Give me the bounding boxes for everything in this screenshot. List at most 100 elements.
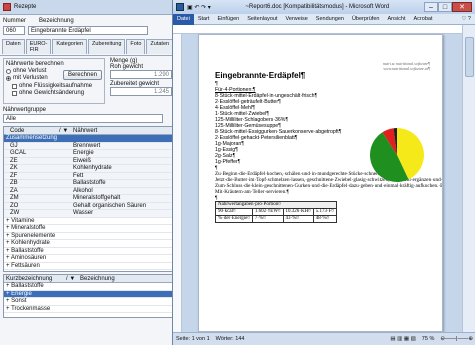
ribbon-tab-view[interactable]: Ansicht <box>383 16 409 22</box>
table-row[interactable]: + Fettsäuren <box>4 263 180 270</box>
nutrition-cell: 5.173·F¤ <box>312 208 337 216</box>
table-row[interactable]: ZE Eiweiß <box>4 157 180 165</box>
close-icon[interactable]: ✕ <box>452 2 472 12</box>
nutrition-cell: 90·kcal¤ <box>215 208 253 216</box>
radio-no-loss-label: ohne Verlust <box>13 68 47 74</box>
nutrient-group-select[interactable]: Alle <box>3 114 163 123</box>
tab-zutaten[interactable]: Zutaten <box>146 39 174 54</box>
ribbon-tab-references[interactable]: Verweise <box>281 16 311 22</box>
row-code: ZA <box>10 187 18 194</box>
category-grid: Kurzbezeichnung / ▼ Bezeichnung + Ballas… <box>3 274 181 318</box>
raw-weight-value[interactable]: 1.290 <box>110 70 172 79</box>
table-row[interactable]: ZM Mineralstoffgehalt <box>4 195 180 203</box>
row-code: GJ <box>10 142 18 149</box>
document-page[interactable]: nutri.sc nutritional.software¶ www.nutri… <box>198 34 443 332</box>
radio-no-loss[interactable]: ohne Verlust <box>6 68 48 74</box>
grid2-row[interactable]: + Trockenmasse <box>4 306 180 313</box>
tab-kategorien[interactable]: Kategorien <box>52 39 88 54</box>
table-row[interactable]: ZA Alkohol <box>4 187 180 195</box>
row-code: + Mineralstoffe <box>6 225 46 232</box>
ribbon-tab-start[interactable]: Start <box>194 16 214 22</box>
ribbon-tab-layout[interactable]: Seitenlayout <box>243 16 281 22</box>
quantity-panel: Menge (g) Roh gewicht 1.290 Zubereitet g… <box>108 56 174 106</box>
nutrition-cell: 43·%¤ <box>282 215 314 223</box>
nutrient-calc-group: Nährwerte berechnen ohne Verlust mit Ver… <box>3 58 105 104</box>
table-row[interactable]: + Mineralstoffe <box>4 225 180 233</box>
grid2-row[interactable]: + Sonst <box>4 298 180 306</box>
status-bar: Seite: 1 von 1 Wörter: 144 ▤ ▥ ▦ ▧ 75 % … <box>173 332 475 345</box>
minimize-icon[interactable]: – <box>424 2 438 12</box>
name-label: Bezeichnung <box>39 18 74 24</box>
table-row[interactable]: ZB Ballaststoffe <box>4 180 180 188</box>
calculate-button[interactable]: Berechnen <box>62 69 102 80</box>
quick-save-icon[interactable]: ▣ ↶ ↷ ▾ <box>187 4 211 11</box>
zoom-slider[interactable]: ⊖——|——⊕ <box>440 336 473 342</box>
tab-zubereitung[interactable]: Zubereitung <box>88 39 126 54</box>
word-titlebar: ▣ ↶ ↷ ▾ ~Report6.doc [Kompatibilitätsmod… <box>173 0 475 14</box>
table-row[interactable]: + Vitamine <box>4 217 180 225</box>
view-mode-icons[interactable]: ▤ ▥ ▦ ▧ <box>390 336 415 342</box>
row-nutrient: Wasser <box>73 210 94 217</box>
window-title: Rezepte <box>14 4 37 10</box>
table-row[interactable]: + Ballaststoffe <box>4 248 180 255</box>
help-icon[interactable]: ♡ ? <box>461 16 475 22</box>
table-row[interactable]: ZF Fett <box>4 172 180 180</box>
name-input[interactable]: Eingebrannte Erdäpfel <box>28 26 148 35</box>
nutrition-cell: %·der·Energie¤ <box>215 215 253 223</box>
grid2-row[interactable]: + Energie <box>4 290 180 298</box>
checkbox-weight[interactable]: ohne Gewichtsänderung <box>12 90 102 96</box>
grid-col-sort[interactable]: / ▼ <box>59 128 73 134</box>
row-nutrient: Eiweiß <box>73 157 92 164</box>
ribbon-tab-mailings[interactable]: Sendungen <box>312 16 348 22</box>
tab-daten[interactable]: Daten <box>2 39 25 54</box>
recipe-window: Rezepte Nummer Bezeichnung 060 Eingebran… <box>0 0 190 345</box>
table-row[interactable]: ZK Kohlenhydrate <box>4 165 180 173</box>
row-code: + Spurenelemente <box>6 232 56 239</box>
row-nutrient: Fett <box>73 172 84 179</box>
row-nutrient: Kohlenhydrate <box>73 165 112 172</box>
grid2-col-short[interactable]: Kurzbezeichnung <box>4 276 66 282</box>
checkbox-fluid[interactable]: ohne Flüssigkeitsaufnahme <box>12 83 102 89</box>
table-row[interactable]: ZW Wasser <box>4 210 180 218</box>
table-row[interactable]: + Kohlenhydrate <box>4 240 180 248</box>
row-nutrient: Mineralstoffgehalt <box>73 195 121 202</box>
row-code: GCAL <box>10 150 27 157</box>
maximize-icon[interactable]: □ <box>438 2 452 12</box>
checkbox-fluid-label: ohne Flüssigkeitsaufnahme <box>19 83 93 89</box>
tab-eurofir[interactable]: EURO-FIR <box>25 39 52 54</box>
radio-with-loss-label: mit Verlusten <box>13 75 48 81</box>
grid-col-name[interactable]: Nährwert <box>73 128 180 134</box>
grid-col-code[interactable]: Code <box>4 128 59 134</box>
row-nutrient: Energie <box>73 150 94 157</box>
ribbon-tab-file[interactable]: Datei <box>173 13 194 25</box>
ribbon-tab-review[interactable]: Überprüfen <box>348 16 384 22</box>
ribbon-tab-acrobat[interactable]: Acrobat <box>410 16 437 22</box>
prepared-weight-value[interactable]: 1.245 <box>110 87 172 96</box>
table-row[interactable]: GCAL Energie <box>4 150 180 158</box>
row-nutrient: Brennwert <box>73 142 101 149</box>
table-row[interactable]: Zusammensetzung <box>4 135 180 143</box>
row-code: + Vitamine <box>6 217 35 224</box>
tab-foto[interactable]: Foto <box>126 39 146 54</box>
radio-with-loss[interactable]: mit Verlusten <box>6 75 48 81</box>
row-code: ZF <box>10 172 18 179</box>
nutrition-cell: 48·%¤ <box>312 215 337 223</box>
table-row[interactable]: ZO Gehalt organischen Säuren <box>4 202 180 210</box>
table-row[interactable]: + Spurenelemente <box>4 232 180 240</box>
grid2-col-name[interactable]: Bezeichnung <box>80 276 180 282</box>
ribbon-tabs: Datei Start Einfügen Seitenlayout Verwei… <box>173 13 475 25</box>
tab-strip: Daten EURO-FIR Kategorien Zubereitung Fo… <box>0 38 190 56</box>
scroll-thumb[interactable] <box>465 37 474 77</box>
ribbon-tab-insert[interactable]: Einfügen <box>213 16 243 22</box>
horizontal-ruler <box>173 25 475 34</box>
nutrient-grid: Code / ▼ Nährwert Zusammensetzung GJ Brenn… <box>3 126 181 272</box>
row-code: ZB <box>10 180 18 187</box>
nutrient-group-label: Nährwertgruppe <box>3 107 47 113</box>
row-code: + Aminosäuren <box>6 255 47 262</box>
table-row[interactable]: GJ Brennwert <box>4 142 180 150</box>
number-input[interactable]: 060 <box>3 26 25 35</box>
table-row[interactable]: + Aminosäuren <box>4 255 180 263</box>
vertical-scrollbar[interactable] <box>462 25 475 332</box>
grid2-col-sort[interactable]: / ▼ <box>66 276 80 282</box>
grid2-row[interactable]: + Ballaststoffe <box>4 283 180 291</box>
